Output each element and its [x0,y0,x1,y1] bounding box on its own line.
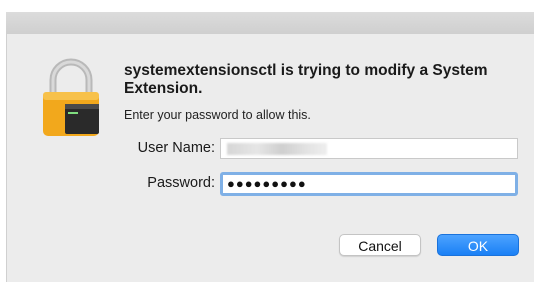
username-label: User Name: [137,140,215,156]
cancel-button[interactable]: Cancel [339,234,421,256]
window-titlebar[interactable] [6,12,534,35]
auth-dialog: systemextensionsctl is trying to modify … [6,34,534,282]
redacted-username [227,143,327,155]
dialog-heading: systemextensionsctl is trying to modify … [124,62,488,97]
lock-icon [39,58,103,138]
dialog-subtext: Enter your password to allow this. [124,108,311,122]
password-field[interactable]: ●●●●●●●●● [220,172,518,196]
username-field[interactable] [220,138,518,159]
password-label: Password: [147,175,215,191]
ok-button[interactable]: OK [437,234,519,256]
password-value: ●●●●●●●●● [227,176,307,191]
